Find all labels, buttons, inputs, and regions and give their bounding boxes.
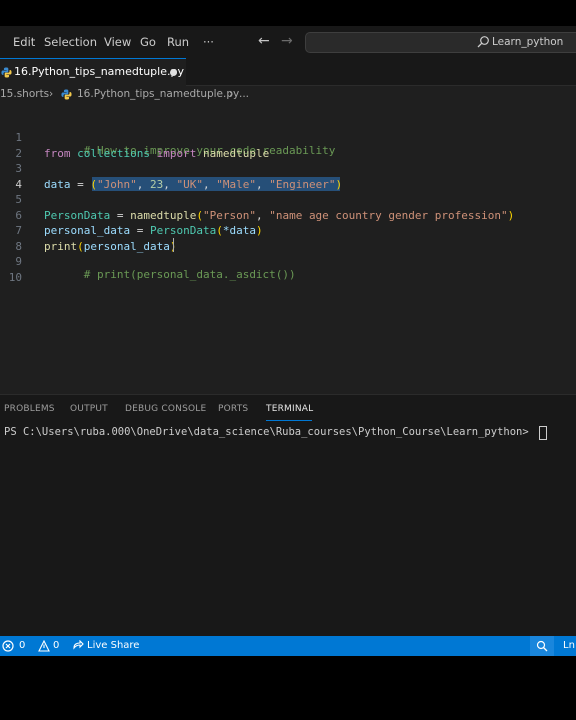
string: "name age country gender profession" [269, 209, 508, 222]
menu-view[interactable]: View [104, 35, 131, 49]
title-bar: Edit Selection View Go Run ··· ← → Learn… [0, 26, 576, 58]
string: "UK" [176, 178, 204, 191]
line-number: 7 [15, 224, 22, 237]
code-line: from collections import namedtuple [44, 147, 269, 160]
breadcrumb-symbols[interactable]: ... [239, 88, 249, 100]
number: 23 [150, 178, 164, 191]
operator: = [110, 209, 131, 222]
menu-more[interactable]: ··· [203, 35, 214, 49]
line-number: 1 [15, 131, 22, 144]
line-number: 5 [15, 193, 22, 206]
class-name: PersonData [44, 209, 111, 222]
tab-python-file[interactable]: 16.Python_tips_namedtuple.py [0, 58, 186, 86]
terminal-prompt[interactable]: PS C:\Users\ruba.000\OneDrive\data_scien… [4, 426, 535, 438]
python-file-icon [61, 89, 72, 100]
line-number: 10 [8, 271, 22, 284]
string: "John" [97, 178, 137, 191]
status-bar: 0 0 Live Share Ln [0, 636, 576, 656]
live-share-label[interactable]: Live Share [87, 640, 139, 651]
function-name: namedtuple [130, 209, 197, 222]
breadcrumb-separator: › [49, 88, 54, 100]
zoom-icon [536, 640, 548, 652]
line-number: 6 [15, 209, 22, 222]
punctuation: , [136, 178, 150, 191]
menu-run[interactable]: Run [167, 35, 189, 49]
menu-go[interactable]: Go [140, 35, 156, 49]
search-icon [477, 36, 489, 48]
comment: # print(personal_data._asdict()) [83, 268, 296, 281]
line-number: 4 [15, 178, 22, 191]
breadcrumb-file[interactable]: 16.Python_tips_namedtuple.py [77, 88, 239, 100]
line-number: 8 [15, 240, 22, 253]
command-center-search[interactable]: Learn_python [305, 32, 576, 53]
operator: = [130, 224, 150, 237]
code-editor[interactable]: 1 2 3 4 5 6 7 8 9 10 # How to improve yo… [0, 104, 576, 394]
line-number: 3 [15, 162, 22, 175]
tab-debug-console[interactable]: DEBUG CONSOLE [125, 404, 206, 414]
bracket: ) [255, 224, 263, 237]
argument: personal_data [83, 240, 170, 253]
bracket: ) [507, 209, 515, 222]
tab-ports[interactable]: PORTS [218, 404, 248, 414]
bracket: ( [77, 240, 84, 253]
error-icon[interactable] [2, 640, 14, 652]
unsaved-dot-icon[interactable] [170, 69, 177, 76]
error-count[interactable]: 0 [19, 640, 25, 651]
zoom-control[interactable] [530, 636, 554, 656]
bottom-panel: PROBLEMS OUTPUT DEBUG CONSOLE PORTS TERM… [0, 394, 576, 637]
code-line: data = ("John", 23, "UK", "Male", "Engin… [44, 178, 342, 191]
string: "Male" [216, 178, 256, 191]
punctuation: , [163, 178, 177, 191]
bracket: ( [216, 224, 223, 237]
keyword-from: from [44, 147, 71, 160]
breadcrumb-folder[interactable]: 15.shorts [0, 88, 49, 100]
class-name: PersonData [149, 224, 217, 237]
code-line: # print(personal_data._asdict()) [44, 255, 296, 294]
bracket: ( [90, 178, 97, 191]
variable: personal_data [44, 224, 131, 237]
punctuation: , [256, 178, 270, 191]
imported-name: namedtuple [202, 147, 270, 160]
line-number: 9 [15, 255, 22, 268]
editor-tab-bar: 16.Python_tips_namedtuple.py [0, 58, 576, 86]
variable: data [44, 178, 71, 191]
menu-selection[interactable]: Selection [44, 35, 97, 49]
menu-edit[interactable]: Edit [13, 35, 35, 49]
warning-count[interactable]: 0 [53, 640, 59, 651]
code-line: print(personal_data) [44, 240, 176, 253]
tab-terminal[interactable]: TERMINAL [266, 404, 313, 414]
search-text: Learn_python [492, 36, 564, 48]
breadcrumb: 15.shorts › 16.Python_tips_namedtuple.py… [0, 86, 576, 104]
string: "Person" [202, 209, 256, 222]
vscode-window: Edit Selection View Go Run ··· ← → Learn… [0, 26, 576, 656]
tab-output[interactable]: OUTPUT [70, 404, 108, 414]
text-cursor [173, 238, 174, 252]
breadcrumb-separator: › [229, 88, 234, 100]
punctuation: , [255, 209, 270, 222]
module-name: collections [77, 147, 150, 160]
terminal-cursor [539, 426, 547, 440]
string: "Engineer" [269, 178, 336, 191]
function-name: print [44, 240, 78, 253]
line-number: 2 [15, 147, 22, 160]
python-file-icon [1, 67, 12, 78]
back-arrow-icon[interactable]: ← [258, 33, 270, 49]
warning-icon[interactable] [38, 640, 50, 652]
forward-arrow-icon[interactable]: → [281, 33, 293, 49]
operator: = [70, 178, 91, 191]
bracket: ( [196, 209, 203, 222]
bracket: ) [335, 178, 343, 191]
tab-label: 16.Python_tips_namedtuple.py [14, 65, 184, 78]
live-share-icon[interactable] [72, 640, 84, 652]
keyword-import: import [156, 147, 197, 160]
punctuation: , [203, 178, 217, 191]
argument: *data [222, 224, 256, 237]
active-tab-indicator [266, 420, 312, 421]
cursor-position[interactable]: Ln [563, 640, 575, 651]
code-line: PersonData = namedtuple("Person", "name … [44, 209, 514, 222]
tab-problems[interactable]: PROBLEMS [4, 404, 55, 414]
code-line: personal_data = PersonData(*data) [44, 224, 263, 237]
